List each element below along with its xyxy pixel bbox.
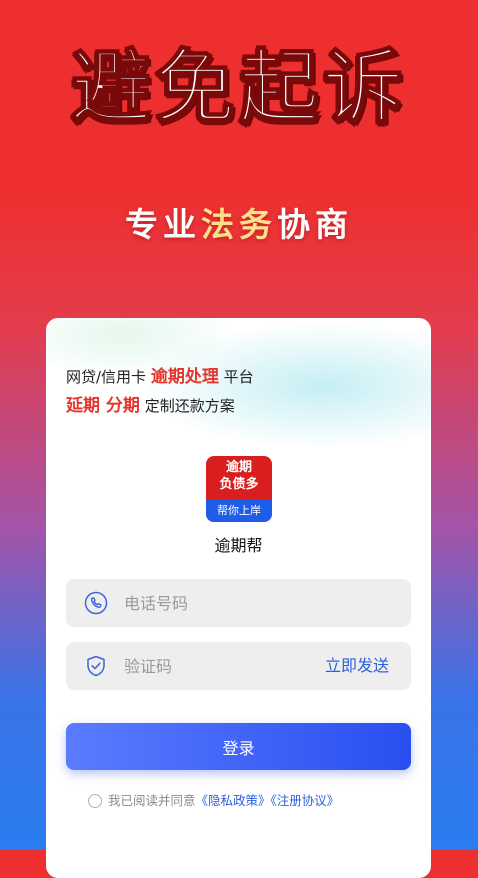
phone-input[interactable] [124,579,314,627]
login-button[interactable]: 登录 [66,723,411,770]
terms-link[interactable]: 《注册协议》 [271,793,340,808]
promo-line-1-suffix: 平台 [218,368,254,386]
promo-line-1-prefix: 网贷/信用卡 [66,368,151,386]
shield-check-icon [84,654,108,678]
app-name: 逾期帮 [214,536,263,555]
hero-subtitle-part1: 专业 [125,205,201,244]
logo-line-1: 逾期 [225,460,252,475]
phone-field [66,579,411,627]
logo-line-2: 负债多 [219,477,259,492]
promo-line-2-suffix: 定制还款方案 [139,397,235,415]
hero-subtitle-part2: 法务 [201,205,277,244]
code-field: 立即发送 [66,642,411,690]
promo-line-1: 网贷/信用卡 逾期处理 平台 [66,369,254,386]
agreement-row: 我已阅读并同意《隐私政策》《注册协议》 [88,792,339,810]
send-code-button[interactable]: 立即发送 [325,657,389,675]
agreement-text: 我已阅读并同意 [108,793,196,808]
code-input[interactable] [124,642,314,690]
phone-icon [84,591,108,615]
login-card: 网贷/信用卡 逾期处理 平台 延期 分期 定制还款方案 逾期 负债多 帮你上岸 … [46,318,431,878]
hero-subtitle-part3: 协商 [277,205,353,244]
radio-unchecked-icon[interactable] [88,793,102,808]
privacy-policy-link[interactable]: 《隐私政策》 [196,793,271,808]
logo-band: 帮你上岸 [206,500,272,522]
promo-line-2: 延期 分期 定制还款方案 [66,398,235,415]
promo-line-2-highlight: 延期 分期 [66,396,140,416]
app-logo: 逾期 负债多 帮你上岸 [206,456,272,522]
promo-line-1-highlight: 逾期处理 [150,367,219,387]
logo-band-text: 帮你上岸 [217,504,261,517]
hero-subtitle: 专业法务协商 [0,208,478,241]
hero-title: 避免起诉 [70,41,407,134]
